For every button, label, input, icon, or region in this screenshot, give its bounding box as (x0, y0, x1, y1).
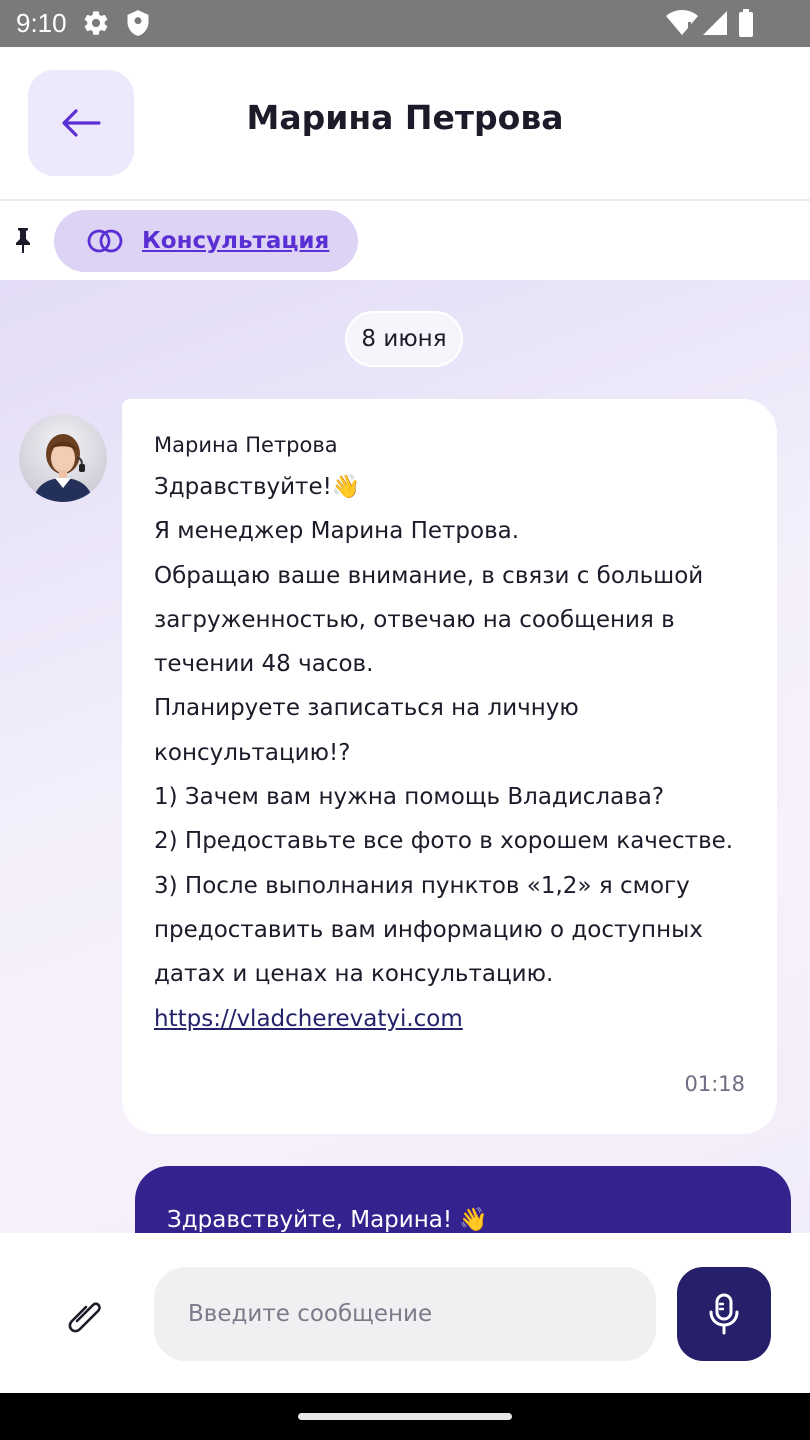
microphone-button[interactable] (677, 1267, 771, 1361)
outgoing-message-text: Здравствуйте, Марина! 👋 (167, 1207, 489, 1233)
message-line: 1) Зачем вам нужна помощь Владислава? (154, 784, 665, 811)
message-body: Здравствуйте!👋 Я менеджер Марина Петрова… (154, 465, 764, 1041)
avatar[interactable] (19, 414, 107, 502)
message-line: загруженностью, отвечаю на сообщения в (154, 606, 675, 633)
message-line: Планируете записаться на личную (154, 695, 579, 722)
outgoing-message[interactable]: Здравствуйте, Марина! 👋 (135, 1166, 791, 1233)
message-line: Обращаю ваше внимание, в связи с большой (154, 562, 704, 589)
message-line: предоставить вам информацию о доступных (154, 916, 703, 943)
pin-icon (16, 228, 30, 253)
message-link[interactable]: https://vladcherevatyi.com (154, 997, 764, 1041)
message-line: течении 48 часов. (154, 651, 374, 678)
message-line: 3) После выполнания пунктов «1,2» я смог… (154, 872, 690, 899)
incoming-message[interactable]: Марина Петрова Здравствуйте!👋 Я менеджер… (122, 399, 777, 1134)
pinned-chip-consultation[interactable]: Консультация (54, 210, 358, 272)
chat-messages[interactable]: 8 июня Марина Петрова Здравствуйте!👋 Я м (0, 280, 810, 1233)
wifi-icon (666, 10, 698, 35)
pinned-chip-label: Консультация (142, 228, 330, 254)
pinned-bar: Консультация (0, 201, 810, 280)
status-time: 9:10 (16, 8, 67, 38)
message-composer (0, 1233, 810, 1393)
message-sender: Марина Петрова (154, 433, 338, 457)
message-line: датах и ценах на консультацию. (154, 961, 554, 988)
home-indicator[interactable] (298, 1413, 512, 1420)
link-icon (87, 229, 123, 253)
page-title: Марина Петрова (246, 98, 564, 137)
message-line: консультацию!? (154, 739, 351, 766)
message-line: Здравствуйте!👋 (154, 474, 361, 500)
paperclip-icon (68, 1302, 101, 1333)
message-time: 01:18 (684, 1072, 745, 1096)
attach-button[interactable] (60, 1293, 116, 1341)
date-separator: 8 июня (345, 311, 463, 367)
signal-icon (703, 11, 727, 35)
shield-icon (127, 10, 149, 36)
system-nav-bar (0, 1393, 810, 1440)
message-line: 2) Предоставьте все фото в хорошем качес… (154, 828, 734, 855)
status-bar: 9:10 (0, 0, 810, 47)
message-input[interactable] (154, 1267, 656, 1361)
message-line: Я менеджер Марина Петрова. (154, 518, 520, 545)
chat-header: Марина Петрова (0, 47, 810, 200)
gear-icon (84, 11, 108, 35)
microphone-icon (709, 1293, 739, 1335)
battery-icon (739, 9, 753, 37)
